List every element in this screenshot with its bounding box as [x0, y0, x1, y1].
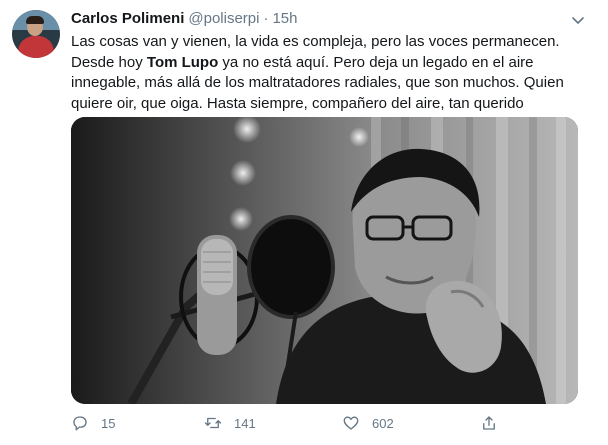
heart-icon: [343, 416, 359, 430]
like-button[interactable]: 602: [342, 412, 394, 434]
tweet-header: Carlos Polimeni @poliserpi · 15h: [71, 10, 298, 29]
reply-button[interactable]: 15: [71, 412, 115, 434]
tweet-text-line: quiere oir, que oiga. Hasta siempre, com…: [71, 94, 524, 112]
avatar[interactable]: [12, 10, 60, 58]
tweet-text: Las cosas van y vienen, la vida es compl…: [71, 32, 571, 114]
tweet-photo[interactable]: [71, 117, 578, 404]
tweet-timestamp[interactable]: 15h: [272, 10, 297, 27]
author-name[interactable]: Carlos Polimeni: [71, 10, 184, 27]
tweet-text-line: Las cosas van y vienen, la vida es compl…: [71, 33, 560, 50]
photo-image: [71, 117, 578, 404]
separator-dot: ·: [263, 10, 269, 27]
tweet-text-segment: Desde hoy: [71, 53, 147, 71]
tweet-text-line: innegable, más allá de los maltratadores…: [71, 74, 564, 91]
share-button[interactable]: [480, 412, 498, 434]
author-handle[interactable]: @poliserpi: [188, 10, 259, 27]
retweet-button[interactable]: 141: [204, 412, 256, 434]
retweet-count: 141: [234, 415, 256, 431]
tweet-actions: 15 141 602: [71, 412, 551, 434]
share-icon: [483, 416, 495, 430]
tweet[interactable]: Carlos Polimeni @poliserpi · 15h Las cos…: [0, 0, 608, 445]
like-count: 602: [372, 415, 394, 431]
avatar-hair: [26, 16, 44, 24]
avatar-shirt: [18, 36, 54, 58]
chevron-down-icon[interactable]: [570, 12, 586, 28]
mentioned-name: Tom Lupo: [146, 53, 219, 71]
tweet-text-segment: ya no está aquí. Pero deja un legado en …: [218, 53, 534, 71]
retweet-icon: [204, 417, 222, 429]
reply-icon: [73, 416, 87, 431]
tweet-text-line: Desde hoy Tom Lupo ya no está aquí. Pero…: [71, 53, 571, 74]
reply-count: 15: [101, 415, 116, 431]
